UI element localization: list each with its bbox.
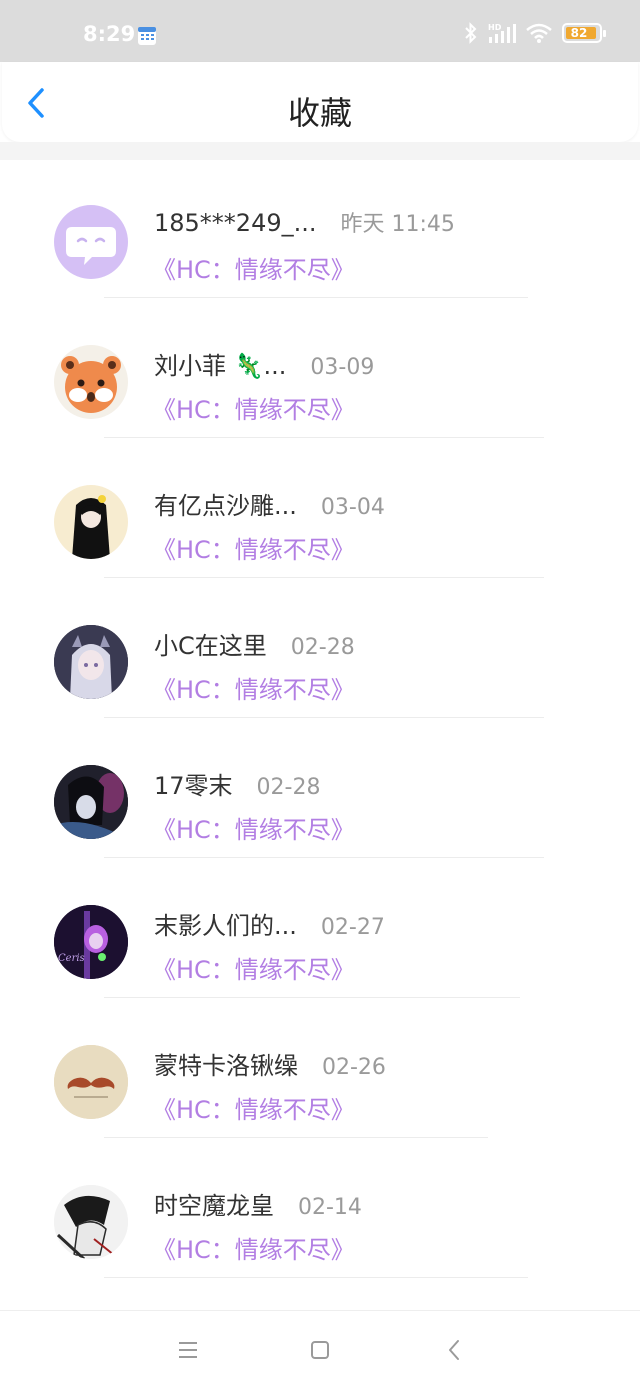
item-header: 小C在这里 02-28: [154, 626, 355, 661]
item-name: 刘小菲 🦎...: [154, 352, 287, 380]
hd-signal-icon: HD: [488, 23, 516, 43]
header-separator: [0, 142, 640, 160]
home-icon: [311, 1341, 329, 1359]
status-time: 8:29: [83, 22, 136, 46]
divider: [104, 997, 520, 998]
page-title: 收藏: [287, 94, 352, 132]
divider: [104, 857, 544, 858]
divider: [104, 1277, 528, 1278]
back-icon: [449, 1340, 459, 1360]
item-name: 17零末: [154, 772, 233, 800]
calendar-icon: [138, 27, 156, 45]
battery-icon: 82: [562, 23, 606, 43]
item-subtitle: 《HC：情缘不尽》: [152, 536, 355, 564]
menu-icon: [179, 1342, 197, 1358]
favorite-item[interactable]: 185***249_... 昨天 11:45 《HC：情缘不尽》: [0, 160, 640, 300]
item-subtitle: 《HC：情缘不尽》: [152, 956, 355, 984]
item-header: 刘小菲 🦎... 03-09: [154, 346, 374, 381]
item-time: 02-27: [320, 915, 385, 940]
item-subtitle: 《HC：情缘不尽》: [152, 396, 355, 424]
red-panda-avatar: [54, 345, 128, 419]
item-time: 02-28: [256, 775, 321, 800]
mustache-avatar: [54, 1045, 128, 1119]
favorites-list: 185***249_... 昨天 11:45 《HC：情缘不尽》 刘小菲 🦎..…: [0, 160, 640, 1280]
item-name: 末影人们的...: [154, 912, 297, 940]
wifi-icon: [526, 23, 552, 43]
item-name: 小C在这里: [154, 632, 267, 660]
item-name: 蒙特卡洛锹缲: [154, 1052, 298, 1080]
item-subtitle: 《HC：情缘不尽》: [152, 1236, 355, 1264]
header-bar: 收藏: [2, 62, 638, 142]
item-subtitle: 《HC：情缘不尽》: [152, 676, 355, 704]
status-icons: HD 82: [464, 22, 606, 44]
dark-anime-avatar: [54, 765, 128, 839]
favorite-item[interactable]: 17零末 02-28 《HC：情缘不尽》: [0, 720, 640, 860]
item-header: 末影人们的... 02-27: [154, 906, 385, 941]
menu-button[interactable]: [173, 1337, 203, 1363]
divider: [104, 717, 544, 718]
item-time: 03-09: [310, 355, 375, 380]
item-name: 185***249_...: [154, 209, 317, 237]
navigation-bar: [0, 1310, 640, 1387]
divider: [104, 1137, 488, 1138]
item-header: 时空魔龙皇 02-14: [154, 1186, 362, 1221]
favorite-item[interactable]: 有亿点沙雕... 03-04 《HC：情缘不尽》: [0, 440, 640, 580]
svg-text:HD: HD: [488, 23, 502, 32]
item-time: 03-04: [320, 495, 385, 520]
item-name: 时空魔龙皇: [154, 1192, 274, 1220]
purple-character-avatar: Ceris: [54, 905, 128, 979]
bluetooth-icon: [465, 22, 477, 44]
battery-level: 82: [570, 26, 588, 40]
sketch-avatar: [54, 1185, 128, 1259]
favorite-item[interactable]: 小C在这里 02-28 《HC：情缘不尽》: [0, 580, 640, 720]
item-header: 185***249_... 昨天 11:45: [154, 206, 455, 238]
item-subtitle: 《HC：情缘不尽》: [152, 256, 355, 284]
favorite-item[interactable]: 蒙特卡洛锹缲 02-26 《HC：情缘不尽》: [0, 1000, 640, 1140]
item-header: 蒙特卡洛锹缲 02-26: [154, 1046, 386, 1081]
divider: [104, 577, 544, 578]
item-subtitle: 《HC：情缘不尽》: [152, 816, 355, 844]
item-subtitle: 《HC：情缘不尽》: [152, 1096, 355, 1124]
divider: [104, 297, 528, 298]
default-chat-avatar: [54, 205, 128, 279]
favorite-item[interactable]: 时空魔龙皇 02-14 《HC：情缘不尽》: [0, 1140, 640, 1280]
item-time: 02-26: [322, 1055, 386, 1080]
dark-figure-avatar: [54, 485, 128, 559]
item-name: 有亿点沙雕...: [154, 492, 297, 520]
status-bar: 8:29 HD 82: [0, 0, 640, 62]
favorite-item[interactable]: Ceris 末影人们的... 02-27 《HC：情缘不尽》: [0, 860, 640, 1000]
anime-girl-avatar: [54, 625, 128, 699]
nav-back-button[interactable]: [439, 1337, 469, 1363]
item-header: 17零末 02-28: [154, 766, 320, 801]
item-time: 昨天 11:45: [340, 212, 455, 237]
favorite-item[interactable]: 刘小菲 🦎... 03-09 《HC：情缘不尽》: [0, 300, 640, 440]
home-button[interactable]: [305, 1337, 335, 1363]
item-time: 02-28: [290, 635, 355, 660]
item-header: 有亿点沙雕... 03-04: [154, 486, 385, 521]
item-time: 02-14: [298, 1195, 362, 1220]
divider: [104, 437, 544, 438]
avatar-text: Ceris: [58, 953, 85, 964]
